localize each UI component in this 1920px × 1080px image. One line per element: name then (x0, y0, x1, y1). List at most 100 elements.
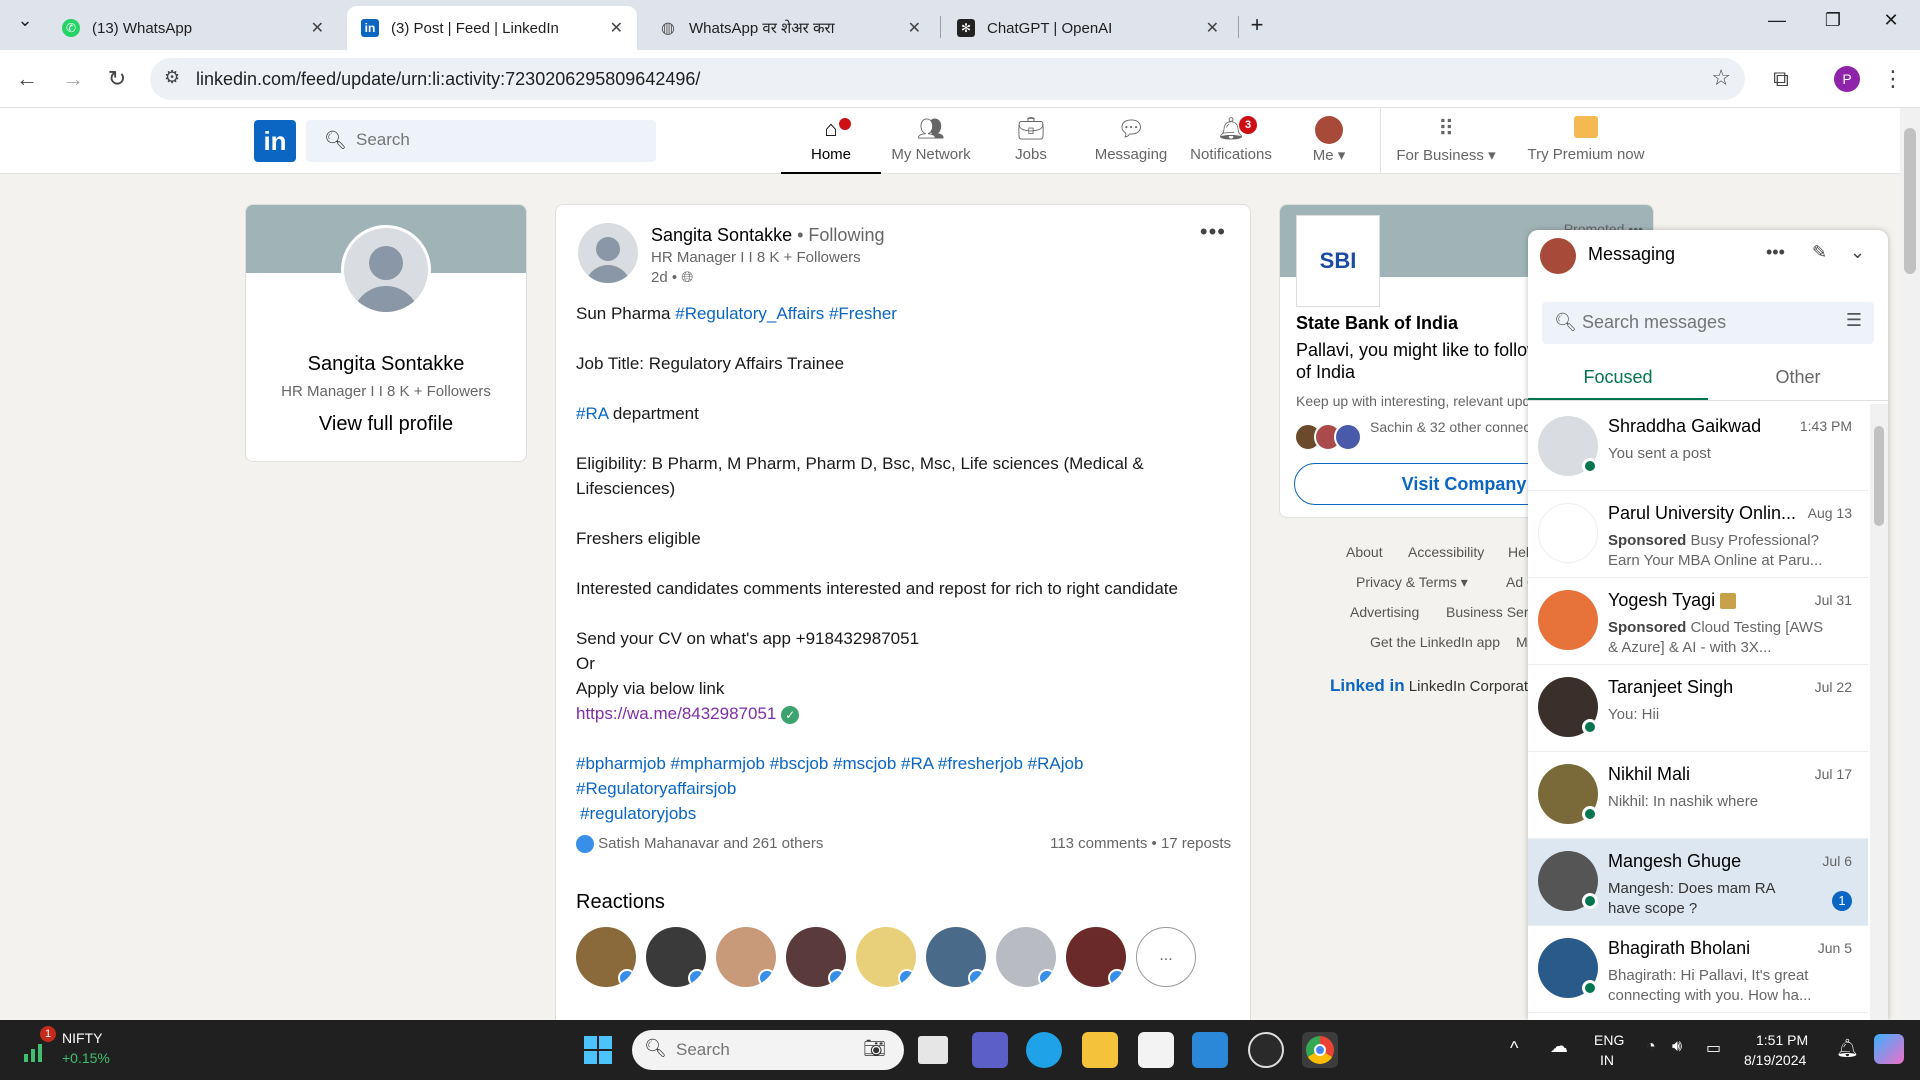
tab-focused[interactable]: Focused (1528, 354, 1708, 400)
nav-messaging[interactable]: 💬︎ Messaging (1081, 116, 1181, 174)
notification-bell-icon[interactable]: 🔔︎ (1836, 1038, 1859, 1059)
post-author-avatar[interactable] (578, 223, 638, 283)
post-author-name[interactable]: Sangita Sontakke (651, 225, 792, 245)
volume-icon[interactable]: 🔊︎ (1672, 1038, 1682, 1056)
messaging-title[interactable]: Messaging (1588, 244, 1675, 265)
page-scrollbar[interactable] (1900, 108, 1920, 1020)
hashtag-link[interactable]: #regulatoryjobs (576, 801, 1226, 826)
close-tab-icon[interactable]: ✕ (311, 18, 324, 38)
tab-search-icon[interactable]: ⌄ (10, 10, 40, 31)
close-window-button[interactable]: ✕ (1876, 10, 1906, 31)
close-tab-icon[interactable]: ✕ (610, 18, 623, 38)
sbi-logo[interactable]: SBI (1296, 215, 1380, 307)
address-bar[interactable]: ⚙ linkedin.com/feed/update/urn:li:activi… (150, 58, 1745, 100)
reactors-link[interactable]: Satish Mahanavar and 261 others (598, 835, 823, 852)
compose-icon[interactable]: ✎ (1812, 242, 1827, 263)
chevron-down-icon[interactable]: ⌄ (1850, 242, 1865, 263)
reactor-avatar[interactable] (926, 927, 986, 987)
comments-reposts-count[interactable]: 113 comments • 17 reposts (1050, 835, 1231, 852)
forward-button[interactable]: → (60, 66, 86, 92)
nav-jobs[interactable]: 💼︎ Jobs (981, 116, 1081, 174)
conversation-item[interactable]: Parul University Onlin... Aug 13 Sponsor… (1528, 491, 1868, 578)
footer-link-privacy[interactable]: Privacy & Terms ▾ (1356, 574, 1468, 591)
post-more-options-button[interactable]: ••• (1200, 219, 1226, 245)
post-author[interactable]: Sangita Sontakke • Following (651, 225, 884, 246)
footer-link-about[interactable]: About (1346, 544, 1383, 560)
view-full-profile-link[interactable]: View full profile (246, 413, 526, 436)
nav-notifications[interactable]: 🔔︎ 3 Notifications (1181, 116, 1281, 174)
extensions-icon[interactable]: ⧉ (1768, 66, 1794, 92)
minimize-button[interactable]: — (1762, 10, 1792, 31)
hashtag-links[interactable]: #bpharmjob #mpharmjob #bscjob #mscjob #R… (576, 751, 1226, 776)
conversation-item[interactable]: Shraddha Gaikwad 1:43 PM You sent a post (1528, 404, 1868, 491)
microsoft-store-icon[interactable] (1138, 1032, 1174, 1068)
ad-company-name[interactable]: State Bank of India (1296, 313, 1458, 334)
profile-avatar[interactable] (341, 225, 431, 315)
wifi-icon[interactable]: ◔ (1646, 1038, 1656, 1056)
reactor-avatar[interactable] (996, 927, 1056, 987)
browser-tab-whatsapp-share[interactable]: ◍ WhatsApp वर शेअर करा ✕ (645, 6, 935, 50)
edge-icon[interactable] (1026, 1032, 1062, 1068)
nav-my-network[interactable]: 👥︎ My Network (881, 116, 981, 174)
reload-button[interactable]: ↻ (104, 66, 130, 92)
message-search-box[interactable]: 🔍︎ ☰ (1542, 302, 1874, 344)
bookmark-star-icon[interactable]: ☆ (1711, 65, 1731, 91)
browser-tab-linkedin[interactable]: in (3) Post | Feed | LinkedIn ✕ (347, 6, 637, 50)
clock-date[interactable]: 8/19/2024 (1744, 1052, 1806, 1068)
conversation-item[interactable]: Nikhil Mali Jul 17 Nikhil: In nashik whe… (1528, 752, 1868, 839)
nav-me[interactable]: Me ▾ (1281, 116, 1377, 174)
footer-link-accessibility[interactable]: Accessibility (1408, 544, 1484, 560)
hashtag-link[interactable]: #RA (576, 404, 608, 423)
close-tab-icon[interactable]: ✕ (908, 18, 921, 38)
more-reactions-button[interactable]: ... (1136, 927, 1196, 987)
reactor-avatar[interactable] (786, 927, 846, 987)
nav-for-business[interactable]: ⠿ For Business ▾ (1396, 116, 1496, 174)
reactor-avatar[interactable] (716, 927, 776, 987)
taskbar-search-input[interactable] (676, 1040, 826, 1060)
profile-name[interactable]: Sangita Sontakke (246, 353, 526, 376)
conversation-item-selected[interactable]: Mangesh Ghuge Jul 6 Mangesh: Does mam RA… (1528, 839, 1868, 926)
task-view-icon[interactable] (918, 1036, 948, 1064)
new-tab-button[interactable]: + (1242, 12, 1272, 38)
conversation-item[interactable]: Taranjeet Singh Jul 22 You: Hii (1528, 665, 1868, 752)
search-input[interactable] (356, 130, 636, 150)
nav-try-premium[interactable]: Try Premium now (1516, 116, 1656, 174)
browser-menu-icon[interactable]: ⋮ (1880, 66, 1906, 92)
region-indicator[interactable]: IN (1600, 1052, 1614, 1068)
close-tab-icon[interactable]: ✕ (1206, 18, 1219, 38)
linkedin-logo[interactable]: in (254, 120, 296, 162)
windows-start-button[interactable] (580, 1032, 616, 1068)
media-player-icon[interactable] (1248, 1032, 1284, 1068)
filter-icon[interactable]: ☰ (1846, 310, 1862, 331)
messaging-header[interactable]: Messaging ••• ✎ ⌄ (1528, 230, 1888, 280)
taskbar-search[interactable]: 🔍︎ 📷︎ (632, 1030, 904, 1070)
whatsapp-link[interactable]: https://wa.me/8432987051 (576, 704, 776, 723)
scrollbar-thumb[interactable] (1904, 128, 1916, 274)
hashtag-link[interactable]: #Regulatoryaffairsjob (576, 776, 1226, 801)
tab-other[interactable]: Other (1708, 354, 1888, 400)
more-options-icon[interactable]: ••• (1766, 242, 1785, 263)
back-button[interactable]: ← (14, 66, 40, 92)
show-hidden-icons-chevron-icon[interactable]: ^ (1510, 1038, 1518, 1059)
reactor-avatar[interactable] (576, 927, 636, 987)
site-info-icon[interactable]: ⚙ (164, 67, 180, 88)
conversation-item[interactable]: Bhagirath Bholani Jun 5 Bhagirath: Hi Pa… (1528, 926, 1868, 1013)
browser-tab-chatgpt[interactable]: ✻ ChatGPT | OpenAI ✕ (943, 6, 1233, 50)
clock-time[interactable]: 1:51 PM (1756, 1032, 1808, 1048)
copilot-icon[interactable] (1874, 1034, 1904, 1064)
todo-icon[interactable] (1192, 1032, 1228, 1068)
footer-link-advertising[interactable]: Advertising (1350, 604, 1419, 620)
reactor-avatar[interactable] (856, 927, 916, 987)
conversation-item[interactable]: Yogesh Tyagi Jul 31 Sponsored Cloud Test… (1528, 578, 1868, 665)
search-box[interactable]: 🔍︎ (306, 120, 656, 162)
reactor-avatar[interactable] (1066, 927, 1126, 987)
browser-tab-whatsapp[interactable]: ✆ (13) WhatsApp ✕ (48, 6, 338, 50)
scrollbar-thumb[interactable] (1874, 426, 1884, 526)
reactor-avatar[interactable] (646, 927, 706, 987)
message-search-input[interactable] (1582, 312, 1822, 333)
footer-link-get-app[interactable]: Get the LinkedIn app (1370, 634, 1500, 650)
hashtag-link[interactable]: #Regulatory_Affairs #Fresher (675, 304, 897, 323)
messaging-scrollbar[interactable] (1870, 404, 1888, 1020)
nav-home[interactable]: ⌂ Home (781, 116, 881, 174)
restore-button[interactable]: ❐ (1818, 10, 1848, 31)
